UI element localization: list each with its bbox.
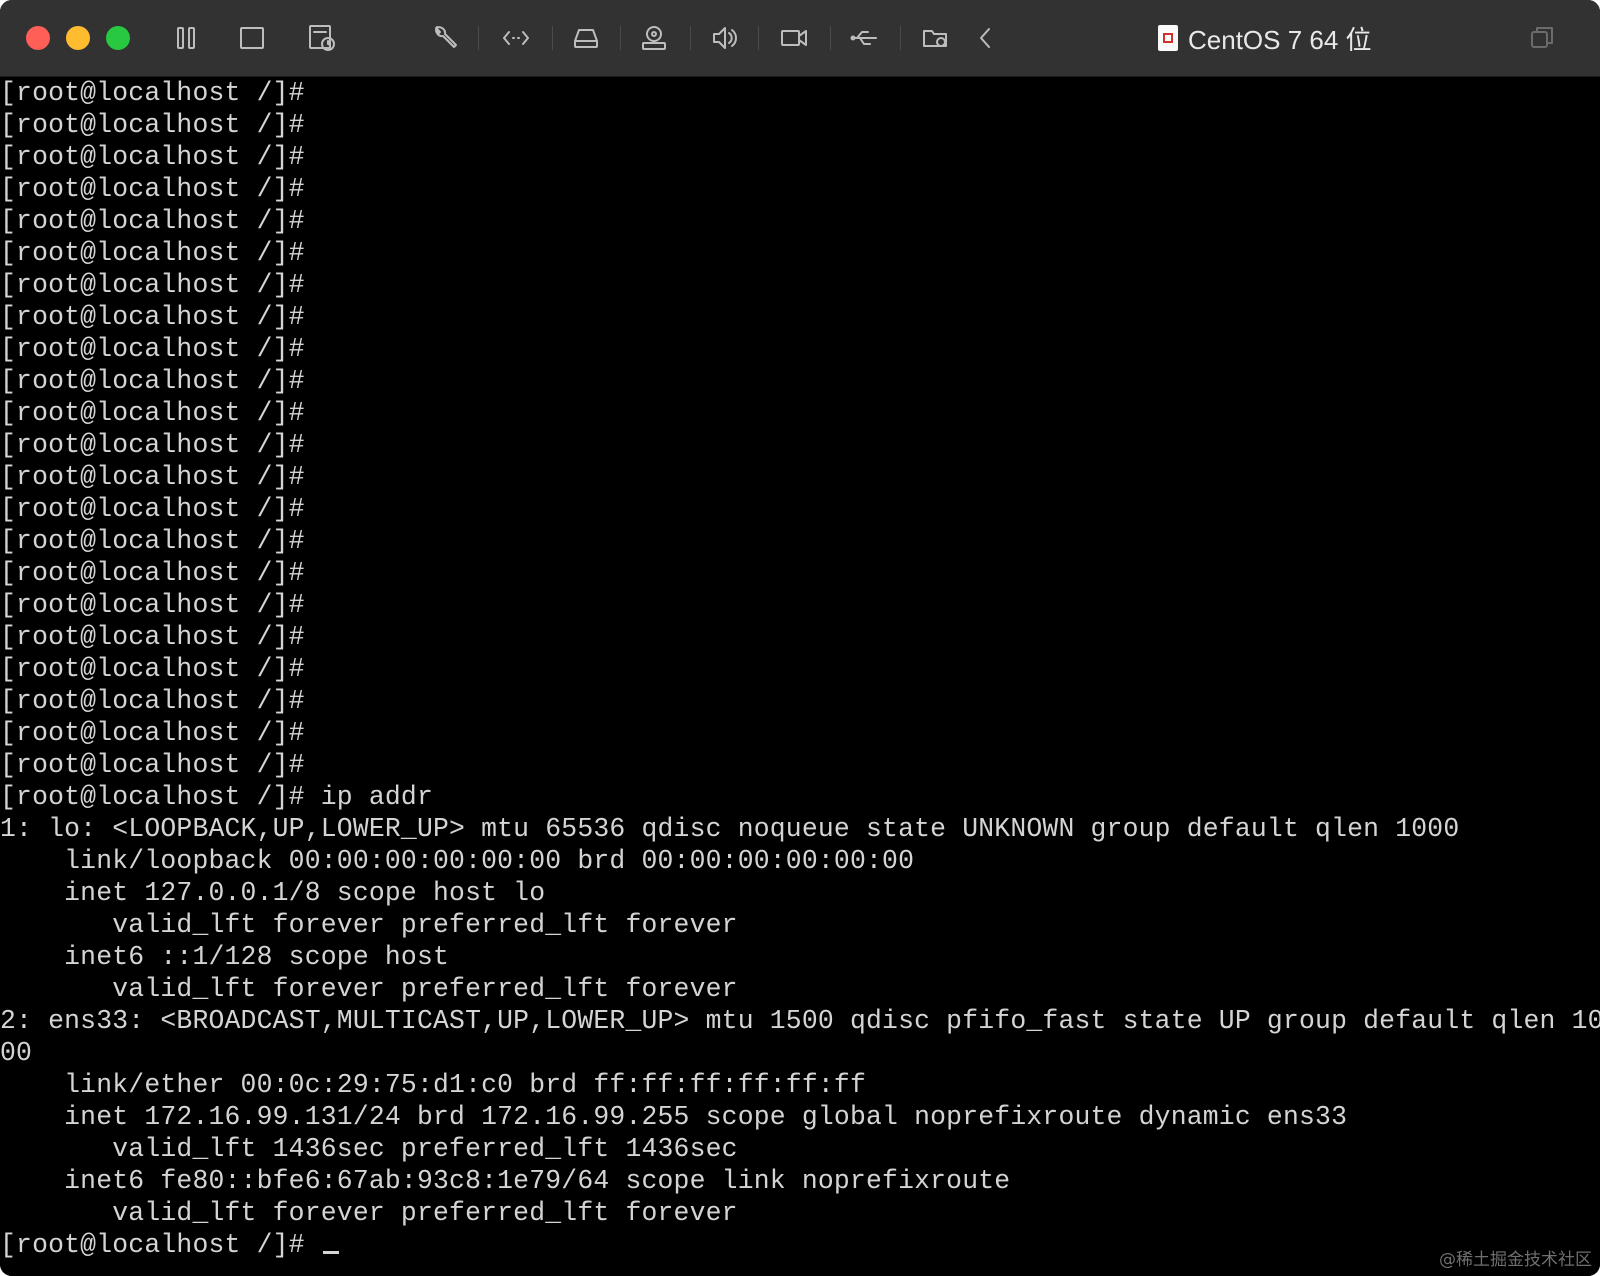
toolbar-divider <box>830 26 831 50</box>
toolbar-divider <box>758 26 759 50</box>
terminal-line: [root@localhost /]# <box>0 622 305 652</box>
snapshot-icon[interactable] <box>304 20 340 56</box>
camera-icon[interactable] <box>636 20 672 56</box>
vm-window: CentOS 7 64 位 [root@localhost /]# [root@l… <box>0 0 1600 1276</box>
terminal-line: [root@localhost /]# ip addr <box>0 782 433 812</box>
terminal-console[interactable]: [root@localhost /]# [root@localhost /]# [r… <box>0 77 1600 1276</box>
terminal-line: [root@localhost /]# <box>0 270 305 300</box>
code-icon[interactable] <box>498 20 534 56</box>
window-icon[interactable] <box>234 20 270 56</box>
terminal-line: 00 <box>0 1038 33 1068</box>
video-icon[interactable] <box>776 20 812 56</box>
back-icon[interactable] <box>968 20 1004 56</box>
terminal-line: inet6 ::1/128 scope host <box>0 942 450 972</box>
vm-document-icon <box>1158 25 1178 51</box>
terminal-line: link/ether 00:0c:29:75:d1:c0 brd ff:ff:f… <box>0 1070 866 1100</box>
toolbar-divider <box>478 26 479 50</box>
terminal-line: [root@localhost /]# <box>0 78 305 108</box>
terminal-line: [root@localhost /]# <box>0 302 305 332</box>
terminal-line: [root@localhost /]# <box>0 398 305 428</box>
toolbar-divider <box>900 26 901 50</box>
terminal-output: [root@localhost /]# [root@localhost /]# [r… <box>0 77 1600 1229</box>
window-title-text: CentOS 7 64 位 <box>1188 24 1372 55</box>
title-bar: CentOS 7 64 位 <box>0 0 1600 77</box>
terminal-line: valid_lft forever preferred_lft forever <box>0 974 738 1004</box>
terminal-line: [root@localhost /]# <box>0 206 305 236</box>
copy-window-icon[interactable] <box>1524 20 1560 56</box>
terminal-line: [root@localhost /]# <box>0 430 305 460</box>
terminal-line: 2: ens33: <BROADCAST,MULTICAST,UP,LOWER_… <box>0 1006 1600 1036</box>
terminal-line: [root@localhost /]# <box>0 334 305 364</box>
terminal-line: inet6 fe80::bfe6:67ab:93c8:1e79/64 scope… <box>0 1166 1011 1196</box>
maximize-window-button[interactable] <box>106 26 130 50</box>
terminal-line: [root@localhost /]# <box>0 750 305 780</box>
terminal-line: inet 172.16.99.131/24 brd 172.16.99.255 … <box>0 1102 1348 1132</box>
terminal-line: valid_lft forever preferred_lft forever <box>0 1198 738 1228</box>
pause-icon[interactable] <box>168 20 204 56</box>
terminal-line: [root@localhost /]# <box>0 238 305 268</box>
terminal-line: [root@localhost /]# <box>0 718 305 748</box>
terminal-line: 1: lo: <LOOPBACK,UP,LOWER_UP> mtu 65536 … <box>0 814 1460 844</box>
terminal-line: [root@localhost /]# <box>0 142 305 172</box>
terminal-line: valid_lft 1436sec preferred_lft 1436sec <box>0 1134 738 1164</box>
minimize-window-button[interactable] <box>66 26 90 50</box>
terminal-line: [root@localhost /]# <box>0 654 305 684</box>
settings-wrench-icon[interactable] <box>426 20 462 56</box>
text-cursor <box>322 1251 339 1254</box>
close-window-button[interactable] <box>26 26 50 50</box>
terminal-line: [root@localhost /]# <box>0 174 305 204</box>
terminal-line: [root@localhost /]# <box>0 462 305 492</box>
drive-icon[interactable] <box>568 20 604 56</box>
toolbar-divider <box>690 26 691 50</box>
terminal-line: [root@localhost /]# <box>0 110 305 140</box>
volume-icon[interactable] <box>706 20 742 56</box>
terminal-line: [root@localhost /]# <box>0 686 305 716</box>
terminal-line: link/loopback 00:00:00:00:00:00 brd 00:0… <box>0 846 915 876</box>
shared-folder-icon[interactable] <box>918 20 954 56</box>
terminal-line: [root@localhost /]# <box>0 526 305 556</box>
window-title: CentOS 7 64 位 <box>1158 20 1372 56</box>
terminal-prompt-line[interactable]: [root@localhost /]# <box>0 1229 1600 1261</box>
usb-icon[interactable] <box>846 20 882 56</box>
toolbar-divider <box>552 26 553 50</box>
watermark: @稀土掘金技术社区 <box>1439 1250 1592 1270</box>
terminal-line: [root@localhost /]# <box>0 494 305 524</box>
terminal-line: inet 127.0.0.1/8 scope host lo <box>0 878 546 908</box>
terminal-line: [root@localhost /]# <box>0 590 305 620</box>
terminal-line: [root@localhost /]# <box>0 558 305 588</box>
terminal-line: valid_lft forever preferred_lft forever <box>0 910 738 940</box>
terminal-line: [root@localhost /]# <box>0 366 305 396</box>
toolbar-divider <box>620 26 621 50</box>
terminal-prompt: [root@localhost /]# <box>0 1230 321 1260</box>
